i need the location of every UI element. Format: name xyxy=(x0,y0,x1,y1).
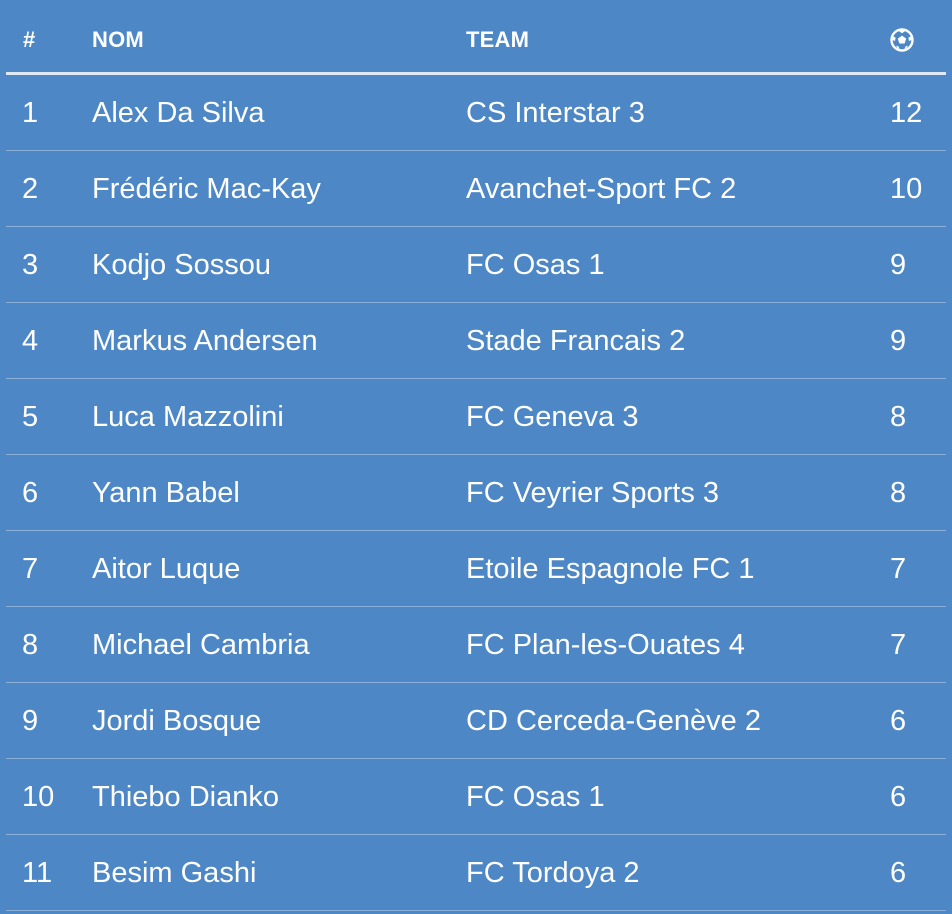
player-name-cell: Markus Andersen xyxy=(92,325,318,357)
rank-cell: 11 xyxy=(22,857,53,889)
rank-cell: 7 xyxy=(22,553,39,585)
table-row[interactable]: 6 Yann Babel FC Veyrier Sports 3 8 xyxy=(0,455,952,531)
team-name-cell: FC Osas 1 xyxy=(466,249,605,281)
goals-cell: 9 xyxy=(890,325,907,357)
table-row[interactable]: 10 Thiebo Dianko FC Osas 1 6 xyxy=(0,759,952,835)
rank-cell: 9 xyxy=(22,705,39,737)
table-row[interactable]: 5 Luca Mazzolini FC Geneva 3 8 xyxy=(0,379,952,455)
column-header-name[interactable]: NOM xyxy=(92,27,144,53)
player-name-cell: Kodjo Sossou xyxy=(92,249,271,281)
table-row[interactable]: 4 Markus Andersen Stade Francais 2 9 xyxy=(0,303,952,379)
rank-cell: 1 xyxy=(22,97,39,129)
player-name-cell: Jordi Bosque xyxy=(92,705,262,737)
rank-cell: 6 xyxy=(22,477,39,509)
rank-cell: 4 xyxy=(22,325,39,357)
player-name-cell: Besim Gashi xyxy=(92,857,257,889)
goals-cell: 6 xyxy=(890,857,907,889)
table-row[interactable]: 11 Besim Gashi FC Tordoya 2 6 xyxy=(0,835,952,911)
table-body: 1 Alex Da Silva CS Interstar 3 12 2 Frédéric … xyxy=(0,75,952,911)
table-row[interactable]: 7 Aitor Luque Etoile Espagnole FC 1 7 xyxy=(0,531,952,607)
goals-cell: 6 xyxy=(890,705,907,737)
column-header-team[interactable]: TEAM xyxy=(466,27,529,53)
player-name-cell: Aitor Luque xyxy=(92,553,241,585)
player-name-cell: Thiebo Dianko xyxy=(92,781,279,813)
goals-cell: 7 xyxy=(890,629,907,661)
goals-cell: 12 xyxy=(890,97,923,129)
table-header-row: # NOM TEAM xyxy=(0,0,952,74)
team-name-cell: FC Osas 1 xyxy=(466,781,605,813)
table-row[interactable]: 8 Michael Cambria FC Plan-les-Ouates 4 7 xyxy=(0,607,952,683)
soccer-ball-icon-graphic xyxy=(890,28,914,52)
table-row[interactable]: 9 Jordi Bosque CD Cerceda-Genève 2 6 xyxy=(0,683,952,759)
goals-cell: 6 xyxy=(890,781,907,813)
table-row[interactable]: 3 Kodjo Sossou FC Osas 1 9 xyxy=(0,227,952,303)
player-name-cell: Alex Da Silva xyxy=(92,97,265,129)
team-name-cell: FC Veyrier Sports 3 xyxy=(466,477,720,509)
team-name-cell: CS Interstar 3 xyxy=(466,97,645,129)
rank-cell: 10 xyxy=(22,781,55,813)
player-name-cell: Frédéric Mac-Kay xyxy=(92,173,321,205)
goals-cell: 8 xyxy=(890,401,907,433)
team-name-cell: Avanchet-Sport FC 2 xyxy=(466,173,737,205)
team-name-cell: CD Cerceda-Genève 2 xyxy=(466,705,761,737)
rank-cell: 8 xyxy=(22,629,39,661)
team-name-cell: FC Plan-les-Ouates 4 xyxy=(466,629,745,661)
goals-cell: 9 xyxy=(890,249,907,281)
rank-cell: 3 xyxy=(22,249,39,281)
team-name-cell: Etoile Espagnole FC 1 xyxy=(466,553,755,585)
table-row[interactable]: 2 Frédéric Mac-Kay Avanchet-Sport FC 2 10 xyxy=(0,151,952,227)
player-name-cell: Michael Cambria xyxy=(92,629,310,661)
rank-cell: 5 xyxy=(22,401,39,433)
goals-cell: 7 xyxy=(890,553,907,585)
goals-cell: 8 xyxy=(890,477,907,509)
table-row[interactable]: 1 Alex Da Silva CS Interstar 3 12 xyxy=(0,75,952,151)
team-name-cell: FC Geneva 3 xyxy=(466,401,639,433)
column-header-rank[interactable]: # xyxy=(23,27,35,53)
top-scorers-table: # NOM TEAM 1 Alex Da Silva CS Interstar 31… xyxy=(0,0,952,914)
team-name-cell: FC Tordoya 2 xyxy=(466,857,640,889)
team-name-cell: Stade Francais 2 xyxy=(466,325,686,357)
player-name-cell: Luca Mazzolini xyxy=(92,401,284,433)
goals-cell: 10 xyxy=(890,173,923,205)
rank-cell: 2 xyxy=(22,173,39,205)
soccer-ball-icon[interactable] xyxy=(889,27,915,53)
player-name-cell: Yann Babel xyxy=(92,477,240,509)
